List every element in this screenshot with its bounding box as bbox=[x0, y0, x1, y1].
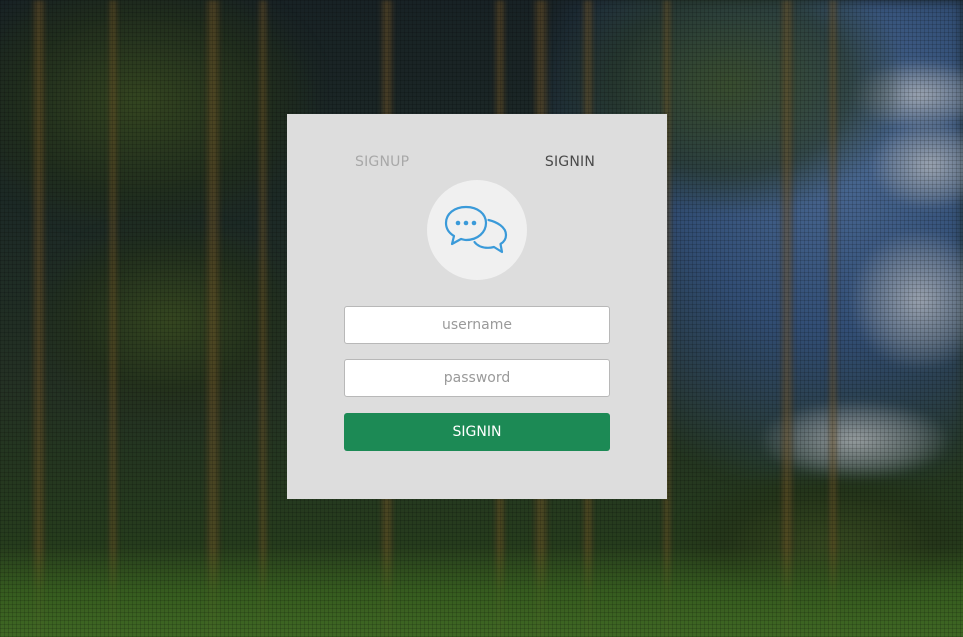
chat-bubbles-icon bbox=[444, 205, 508, 254]
password-field[interactable] bbox=[344, 359, 610, 397]
logo bbox=[427, 180, 527, 280]
username-field[interactable] bbox=[344, 306, 610, 344]
tab-signup[interactable]: SIGNUP bbox=[355, 150, 409, 174]
tab-signin[interactable]: SIGNIN bbox=[545, 150, 595, 174]
signin-button[interactable]: SIGNIN bbox=[344, 413, 610, 451]
login-card: SIGNUP SIGNIN SIGNIN bbox=[287, 114, 667, 499]
